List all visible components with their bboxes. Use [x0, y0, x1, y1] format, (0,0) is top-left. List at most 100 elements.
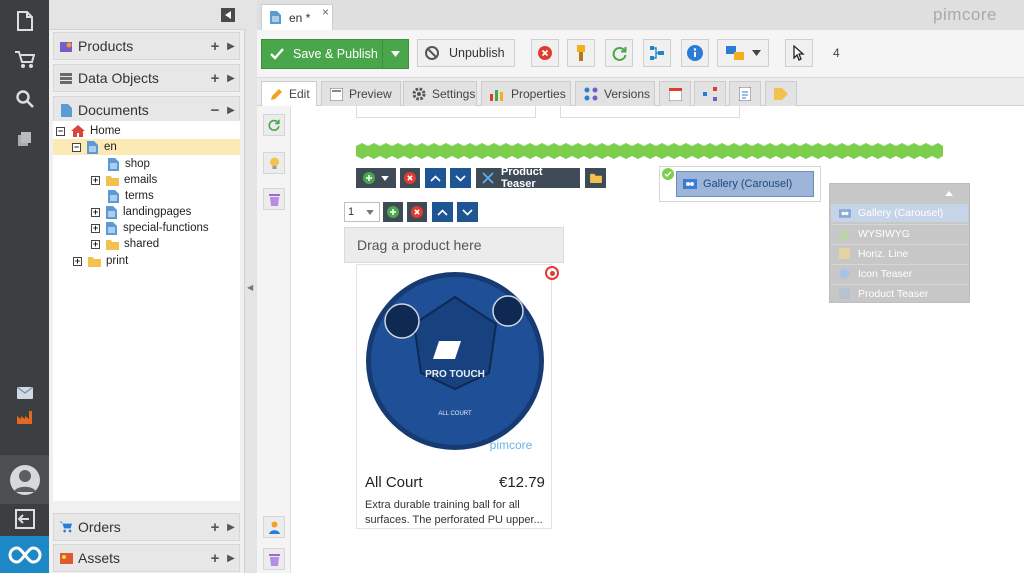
remove-area-button[interactable]	[400, 168, 420, 188]
pimcore-logo-icon[interactable]	[0, 536, 49, 573]
collapse-panel-icon[interactable]	[221, 8, 235, 22]
tab-preview[interactable]: Preview	[321, 81, 401, 106]
move-down-button[interactable]	[450, 168, 471, 188]
section-documents[interactable]: Documents − ▶	[53, 96, 240, 124]
collapse-icon[interactable]: −	[207, 102, 223, 119]
item-down-button[interactable]	[457, 202, 478, 222]
panel-splitter[interactable]: ◀	[245, 0, 257, 573]
show-in-tree-button[interactable]	[643, 39, 671, 67]
close-tab-icon[interactable]: ×	[322, 5, 329, 19]
trash-button-bottom[interactable]	[263, 548, 285, 570]
tab-notes[interactable]	[729, 81, 761, 106]
delete-icon	[411, 206, 423, 218]
factory-icon[interactable]	[0, 402, 49, 432]
file-icon[interactable]	[0, 6, 49, 36]
section-products[interactable]: Products + ▶	[53, 32, 240, 60]
select-tool-button[interactable]	[785, 39, 813, 67]
reload-button[interactable]	[605, 39, 633, 67]
user-avatar[interactable]	[0, 455, 49, 504]
add-item-button[interactable]	[383, 202, 403, 222]
menu-item-product-teaser[interactable]: Product Teaser	[831, 284, 968, 302]
translation-menu-button[interactable]	[717, 39, 769, 67]
tree-node-print[interactable]: + print	[73, 253, 128, 269]
tree-node-en[interactable]: − en	[53, 139, 240, 155]
stack-icon[interactable]	[0, 124, 49, 154]
save-options-dropdown[interactable]	[382, 40, 408, 68]
add-icon[interactable]: +	[207, 550, 223, 567]
move-up-button[interactable]	[425, 168, 446, 188]
section-label: Data Objects	[78, 70, 159, 86]
chevron-right-icon[interactable]: ▶	[223, 105, 239, 116]
user-teaser-button[interactable]	[263, 516, 285, 538]
add-area-button[interactable]	[356, 168, 396, 188]
dragged-area-proxy[interactable]: Gallery (Carousel)	[659, 166, 821, 202]
tree-node-label: shop	[125, 158, 150, 170]
tab-dependencies[interactable]	[694, 81, 726, 106]
product-teaser-area-label[interactable]: Product Teaser	[476, 166, 580, 190]
expand-icon[interactable]: +	[91, 239, 100, 249]
menu-header[interactable]	[830, 184, 969, 203]
add-icon[interactable]: +	[207, 519, 223, 536]
area-drop-highlight[interactable]	[354, 142, 945, 160]
add-icon[interactable]: +	[207, 38, 223, 55]
info-button[interactable]	[681, 39, 709, 67]
cart-icon[interactable]	[0, 45, 49, 75]
properties-icon	[490, 88, 505, 101]
chevron-right-icon[interactable]: ▶	[223, 553, 239, 564]
tree-node-shop[interactable]: shop	[108, 156, 150, 172]
clear-cache-button[interactable]	[567, 39, 595, 67]
refresh-button[interactable]	[263, 114, 285, 136]
tab-tags[interactable]	[765, 81, 797, 106]
tree-node-home[interactable]: − Home	[56, 123, 121, 139]
product-name: All Court	[365, 474, 423, 491]
expand-icon[interactable]: +	[91, 175, 100, 185]
highlight-editables-button[interactable]	[263, 152, 285, 174]
menu-item-gallery-carousel[interactable]: Gallery (Carousel)	[831, 204, 968, 222]
tab-properties[interactable]: Properties	[481, 81, 571, 106]
trash-button[interactable]	[263, 188, 285, 210]
search-icon[interactable]	[0, 84, 49, 114]
area-options-button[interactable]	[585, 168, 606, 188]
tree-node-special-functions[interactable]: + special-functions	[91, 220, 209, 236]
remove-item-button[interactable]	[407, 202, 427, 222]
collapse-icon[interactable]: −	[72, 142, 81, 152]
collapse-icon[interactable]: −	[56, 126, 65, 136]
chevron-right-icon[interactable]: ▶	[223, 73, 239, 84]
section-data-objects[interactable]: Data Objects + ▶	[53, 64, 240, 92]
expand-icon[interactable]: +	[91, 223, 100, 233]
menu-item-wysiwyg[interactable]: WYSIWYG	[831, 224, 968, 242]
logout-icon[interactable]	[0, 502, 49, 536]
tab-schedule[interactable]	[659, 81, 691, 106]
product-teaser-card[interactable]: PRO TOUCH ALL COURT pimcore All Court €1…	[356, 264, 552, 529]
section-assets[interactable]: Assets + ▶	[53, 544, 240, 572]
folder-icon	[88, 256, 101, 267]
brand-logo: pimcore	[933, 5, 997, 24]
document-tree: − Home − en shop + emails terms + landin…	[53, 121, 240, 501]
tree-node-label: print	[106, 255, 129, 267]
tree-node-terms[interactable]: terms	[108, 188, 154, 204]
target-icon[interactable]	[545, 266, 559, 280]
unpublish-button[interactable]: Unpublish	[417, 39, 515, 67]
tree-node-emails[interactable]: + emails	[91, 172, 157, 188]
tab-versions[interactable]: Versions	[575, 81, 655, 106]
chevron-left-icon[interactable]: ◀	[247, 283, 253, 292]
document-tab-en[interactable]: en * ×	[261, 4, 333, 30]
tab-edit[interactable]: Edit	[261, 81, 317, 106]
page-select[interactable]: 1	[344, 202, 380, 222]
svg-text:PRO TOUCH: PRO TOUCH	[425, 369, 485, 380]
add-icon[interactable]: +	[207, 70, 223, 87]
menu-item-horiz-line[interactable]: Horiz. Line	[831, 244, 968, 262]
save-publish-button[interactable]: Save & Publish	[262, 40, 382, 68]
expand-icon[interactable]: +	[73, 256, 82, 266]
item-up-button[interactable]	[432, 202, 453, 222]
menu-item-icon-teaser[interactable]: Icon Teaser	[831, 264, 968, 282]
tree-node-landingpages[interactable]: + landingpages	[91, 204, 191, 220]
tab-settings[interactable]: Settings	[403, 81, 477, 106]
delete-button[interactable]	[531, 39, 559, 67]
section-orders[interactable]: Orders + ▶	[53, 513, 240, 541]
chevron-right-icon[interactable]: ▶	[223, 41, 239, 52]
product-drop-zone[interactable]: Drag a product here	[344, 227, 564, 263]
chevron-right-icon[interactable]: ▶	[223, 522, 239, 533]
tree-node-shared[interactable]: + shared	[91, 236, 159, 252]
expand-icon[interactable]: +	[91, 207, 100, 217]
